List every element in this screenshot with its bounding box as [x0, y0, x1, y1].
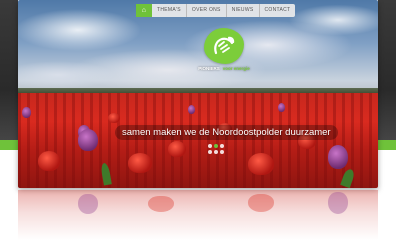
reflected-tulip: [328, 192, 348, 214]
red-tulip: [168, 141, 186, 157]
nav-item-over-ons[interactable]: OVER ONS: [185, 4, 226, 17]
red-tulip: [248, 153, 274, 175]
slider-dot-active[interactable]: [214, 144, 218, 148]
purple-tulip: [188, 105, 195, 114]
right-green-accent: [378, 140, 396, 150]
red-tulip: [38, 151, 60, 171]
nav-item-themas[interactable]: THEMA'S: [152, 4, 186, 17]
hero-banner: ⌂ THEMA'S OVER ONS NIEUWS CONTACT PIONIE…: [18, 0, 378, 188]
slider-dot[interactable]: [220, 150, 224, 154]
slider-dot[interactable]: [208, 144, 212, 148]
hand-leaf-icon: [214, 36, 235, 55]
slider-dot[interactable]: [214, 150, 218, 154]
logo-name-primary: PIONIERS: [198, 66, 220, 71]
logo-wordmark: PIONIERS voor energie: [198, 66, 250, 71]
left-green-accent: [0, 140, 18, 150]
hero-reflection: [18, 190, 378, 240]
nav-item-nieuws[interactable]: NIEUWS: [225, 4, 259, 17]
slider-pagination: [208, 144, 224, 154]
red-tulip: [108, 113, 120, 123]
purple-tulip: [78, 129, 98, 151]
reflected-tulip: [148, 196, 174, 212]
slider-dot[interactable]: [220, 144, 224, 148]
tulip-field: [18, 93, 378, 188]
red-tulip: [128, 153, 152, 173]
left-side-band: [0, 0, 18, 150]
tulip-leaf: [340, 167, 356, 188]
tulip-leaf: [100, 162, 112, 186]
logo-name-secondary: voor energie: [222, 66, 250, 71]
hero-tagline: samen maken we de Noordoostpolder duurza…: [115, 125, 338, 140]
right-side-band: [378, 0, 396, 150]
site-logo[interactable]: PIONIERS voor energie: [198, 28, 250, 76]
purple-tulip: [278, 103, 285, 112]
reflected-tulip: [248, 194, 274, 212]
logo-mark: [204, 28, 244, 64]
slider-dot[interactable]: [208, 150, 212, 154]
house-icon[interactable]: ⌂: [136, 4, 152, 17]
main-navigation: ⌂ THEMA'S OVER ONS NIEUWS CONTACT: [136, 4, 296, 17]
reflected-tulip: [78, 194, 98, 214]
nav-item-contact[interactable]: CONTACT: [258, 4, 296, 17]
purple-tulip: [22, 107, 31, 118]
purple-tulip: [328, 145, 348, 169]
